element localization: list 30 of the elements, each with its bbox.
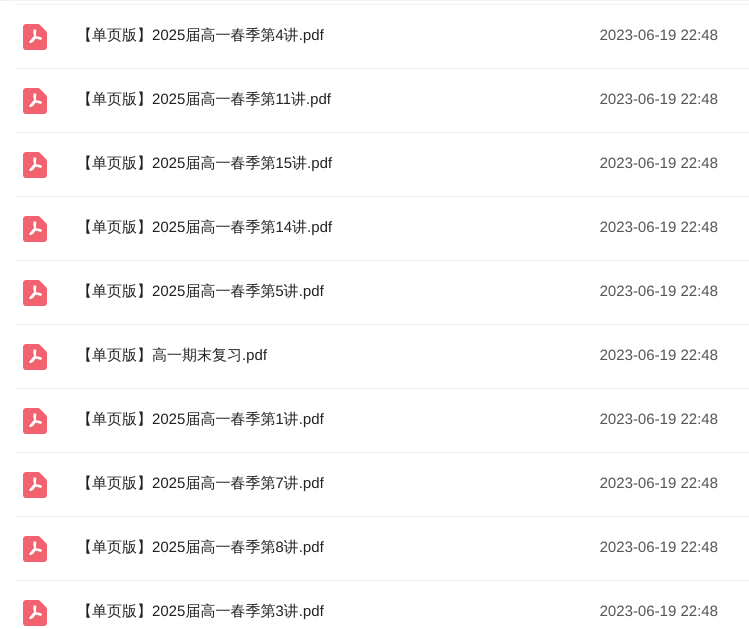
file-name[interactable]: 【单页版】2025届高一春季第8讲.pdf: [77, 537, 324, 560]
file-name[interactable]: 【单页版】2025届高一春季第3讲.pdf: [77, 601, 324, 624]
pdf-file-icon: [23, 216, 47, 242]
modified-date: 2023-06-19 22:48: [600, 26, 718, 46]
file-name[interactable]: 【单页版】2025届高一春季第4讲.pdf: [77, 25, 324, 48]
file-name[interactable]: 【单页版】高一期末复习.pdf: [77, 345, 268, 368]
modified-date: 2023-06-19 22:48: [600, 602, 718, 622]
file-name[interactable]: 【单页版】2025届高一春季第1讲.pdf: [77, 409, 324, 432]
modified-date: 2023-06-19 22:48: [600, 410, 718, 430]
file-name[interactable]: 【单页版】2025届高一春季第11讲.pdf: [77, 89, 331, 112]
modified-date: 2023-06-19 22:48: [600, 474, 718, 494]
file-name[interactable]: 【单页版】2025届高一春季第14讲.pdf: [77, 217, 332, 240]
file-name[interactable]: 【单页版】2025届高一春季第15讲.pdf: [77, 153, 332, 176]
file-name[interactable]: 【单页版】2025届高一春季第7讲.pdf: [77, 473, 324, 496]
modified-date: 2023-06-19 22:48: [600, 218, 718, 238]
modified-date: 2023-06-19 22:48: [600, 538, 718, 558]
modified-date: 2023-06-19 22:48: [600, 282, 718, 302]
file-name[interactable]: 【单页版】2025届高一春季第5讲.pdf: [77, 281, 324, 304]
pdf-file-icon: [23, 280, 47, 306]
pdf-file-icon: [23, 408, 47, 434]
pdf-file-icon: [23, 88, 47, 114]
pdf-file-icon: [23, 152, 47, 178]
pdf-file-icon: [23, 344, 47, 370]
modified-date: 2023-06-19 22:48: [600, 346, 718, 366]
pdf-file-icon: [23, 472, 47, 498]
modified-date: 2023-06-19 22:48: [600, 154, 718, 174]
modified-date: 2023-06-19 22:48: [600, 90, 718, 110]
pdf-file-icon: [23, 600, 47, 626]
pdf-file-icon: [23, 536, 47, 562]
pdf-file-icon: [23, 24, 47, 50]
